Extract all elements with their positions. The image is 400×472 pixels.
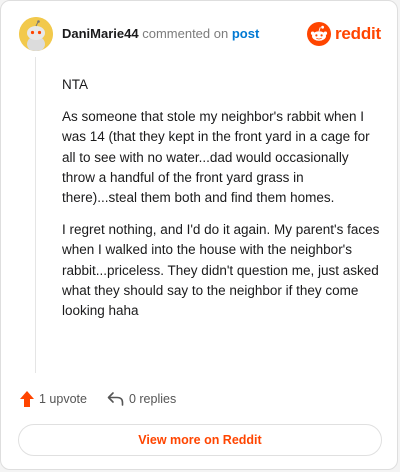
reddit-logo-icon xyxy=(306,22,331,46)
upvote-arrow-icon xyxy=(20,391,34,407)
reddit-wordmark: reddit xyxy=(334,24,381,43)
comment-actions: 1 upvote 0 replies xyxy=(19,389,176,409)
reddit-logo[interactable]: reddit xyxy=(306,21,381,47)
upvote-button[interactable]: 1 upvote xyxy=(19,390,87,408)
replies-count: 0 replies xyxy=(128,392,177,406)
replies-button[interactable]: 0 replies xyxy=(107,391,176,407)
thread-line xyxy=(35,57,36,373)
view-more-button[interactable]: View more on Reddit xyxy=(18,424,382,456)
comment-header: DaniMarie44 commented on post reddit xyxy=(19,17,381,51)
comment-body: NTA As someone that stole my neighbor's … xyxy=(62,75,380,333)
embedded-comment-card: DaniMarie44 commented on post reddit NTA… xyxy=(0,0,398,470)
comment-paragraph: NTA xyxy=(62,77,88,92)
post-link[interactable]: post xyxy=(232,26,259,41)
comment-paragraph: I regret nothing, and I'd do it again. M… xyxy=(62,222,380,319)
avatar-icon[interactable] xyxy=(19,17,53,51)
comment-meta: DaniMarie44 commented on post xyxy=(62,26,259,41)
action-text: commented on xyxy=(142,26,229,41)
author-username[interactable]: DaniMarie44 xyxy=(62,26,139,41)
upvote-count: 1 upvote xyxy=(39,392,87,406)
reply-arrow-icon xyxy=(107,392,124,406)
comment-paragraph: As someone that stole my neighbor's rabb… xyxy=(62,109,370,206)
